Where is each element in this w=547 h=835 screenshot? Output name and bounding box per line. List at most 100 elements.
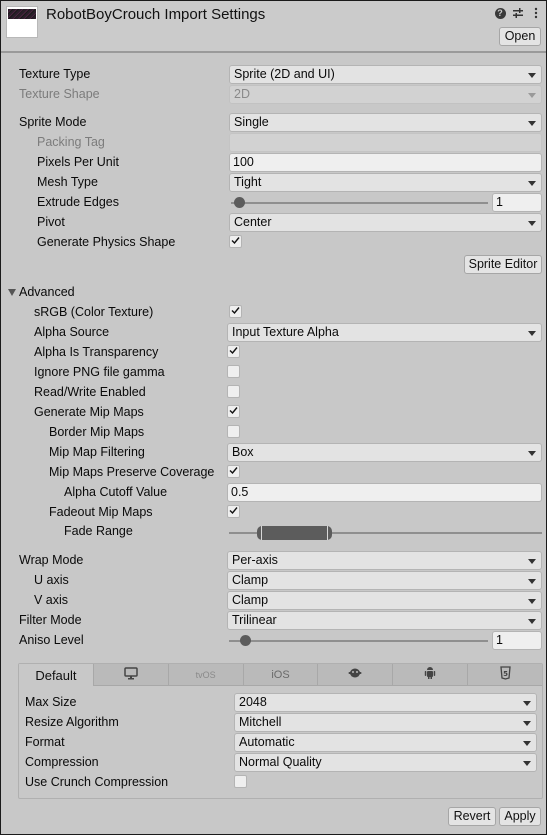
sprite-mode-dropdown[interactable]: Single — [229, 113, 542, 132]
mip-map-filtering-label: Mip Map Filtering — [49, 445, 145, 459]
revert-button[interactable]: Revert — [448, 807, 496, 826]
wrap-mode-dropdown[interactable]: Per-axis — [227, 551, 542, 570]
extrude-edges-label: Extrude Edges — [37, 195, 119, 209]
tab-android[interactable] — [393, 664, 469, 686]
tab-standalone[interactable] — [93, 664, 169, 686]
format-row: Format Automatic — [19, 733, 542, 753]
compression-dropdown[interactable]: Normal Quality — [234, 753, 537, 772]
max-size-dropdown[interactable]: 2048 — [234, 693, 537, 712]
aniso-level-input[interactable]: 1 — [492, 631, 542, 650]
v-axis-row: V axis Clamp — [1, 591, 546, 611]
advanced-foldout[interactable]: Advanced — [1, 283, 546, 303]
tab-tvos[interactable]: tvOS — [168, 664, 244, 686]
apply-button[interactable]: Apply — [499, 807, 541, 826]
texture-type-label: Texture Type — [19, 67, 91, 81]
alpha-cutoff-input[interactable]: 0.5 — [227, 483, 542, 502]
resize-algorithm-dropdown[interactable]: Mitchell — [234, 713, 537, 732]
filter-mode-value: Trilinear — [232, 613, 277, 627]
chevron-down-icon — [528, 121, 536, 126]
advanced-label[interactable]: Advanced — [19, 285, 75, 299]
srgb-checkbox[interactable] — [229, 305, 242, 318]
mesh-type-dropdown[interactable]: Tight — [229, 173, 542, 192]
aniso-level-slider-track[interactable] — [229, 640, 488, 642]
v-axis-value: Clamp — [232, 593, 269, 607]
checkmark-icon — [229, 347, 238, 355]
format-value: Automatic — [239, 735, 295, 749]
generate-physics-shape-checkbox[interactable] — [229, 235, 242, 248]
use-crunch-row: Use Crunch Compression — [19, 773, 542, 793]
generate-mip-maps-row: Generate Mip Maps — [1, 403, 546, 423]
texture-shape-dropdown: 2D — [229, 85, 542, 104]
border-mip-maps-checkbox[interactable] — [227, 425, 240, 438]
generate-mip-maps-checkbox[interactable] — [227, 405, 240, 418]
fadeout-mip-maps-label: Fadeout Mip Maps — [49, 505, 153, 519]
more-menu-icon[interactable] — [530, 6, 542, 20]
texture-shape-value: 2D — [234, 87, 250, 101]
pivot-row: Pivot Center — [1, 213, 546, 233]
fade-range-handle[interactable] — [257, 526, 333, 540]
format-dropdown[interactable]: Automatic — [234, 733, 537, 752]
tab-webgl[interactable] — [318, 664, 394, 686]
tab-webgl-html5[interactable]: 5 — [468, 664, 543, 686]
srgb-label: sRGB (Color Texture) — [34, 305, 154, 319]
mip-preserve-coverage-checkbox[interactable] — [227, 465, 240, 478]
sprite-editor-button[interactable]: Sprite Editor — [464, 255, 542, 274]
chevron-down-icon — [528, 599, 536, 604]
preset-sliders-icon[interactable] — [512, 6, 524, 20]
chevron-down-icon — [523, 741, 531, 746]
alpha-source-value: Input Texture Alpha — [232, 325, 339, 339]
aniso-level-slider-thumb[interactable] — [239, 635, 251, 646]
chevron-down-icon — [528, 559, 536, 564]
compression-value: Normal Quality — [239, 755, 322, 769]
alpha-source-row: Alpha Source Input Texture Alpha — [1, 323, 546, 343]
alpha-source-dropdown[interactable]: Input Texture Alpha — [227, 323, 542, 342]
foldout-expanded-icon[interactable] — [8, 289, 16, 296]
pixels-per-unit-input[interactable]: 100 — [229, 153, 542, 172]
v-axis-dropdown[interactable]: Clamp — [227, 591, 542, 610]
max-size-row: Max Size 2048 — [19, 693, 542, 713]
fade-range-row: Fade Range — [1, 522, 546, 544]
checkmark-icon — [229, 467, 238, 475]
mesh-type-row: Mesh Type Tight — [1, 173, 546, 193]
mip-preserve-coverage-label: Mip Maps Preserve Coverage — [49, 465, 215, 479]
extrude-edges-input[interactable]: 1 — [492, 193, 542, 212]
header-icons: ? — [494, 6, 542, 20]
max-size-value: 2048 — [239, 695, 267, 709]
svg-text:5: 5 — [503, 670, 508, 678]
alpha-is-transparency-label: Alpha Is Transparency — [34, 345, 159, 359]
fadeout-mip-maps-checkbox[interactable] — [227, 505, 240, 518]
resize-algorithm-row: Resize Algorithm Mitchell — [19, 713, 542, 733]
import-settings-window: RobotBoyCrouch Import Settings ? Open Te… — [1, 1, 546, 834]
resize-algorithm-value: Mitchell — [239, 715, 282, 729]
chevron-down-icon — [528, 451, 536, 456]
u-axis-dropdown[interactable]: Clamp — [227, 571, 542, 590]
read-write-row: Read/Write Enabled — [1, 383, 546, 403]
pivot-label: Pivot — [37, 215, 65, 229]
android-icon — [424, 666, 436, 683]
use-crunch-label: Use Crunch Compression — [25, 775, 169, 789]
filter-mode-dropdown[interactable]: Trilinear — [227, 611, 542, 630]
mip-map-filtering-dropdown[interactable]: Box — [227, 443, 542, 462]
packing-tag-label: Packing Tag — [37, 135, 105, 149]
texture-type-row: Texture Type Sprite (2D and UI) — [1, 65, 546, 85]
ignore-png-gamma-checkbox[interactable] — [227, 365, 240, 378]
extrude-edges-slider-track[interactable] — [231, 202, 488, 204]
compression-row: Compression Normal Quality — [19, 753, 542, 773]
alpha-is-transparency-checkbox[interactable] — [227, 345, 240, 358]
tab-ios[interactable]: iOS — [243, 664, 319, 686]
extrude-edges-slider-thumb[interactable] — [233, 197, 245, 208]
pivot-value: Center — [234, 215, 272, 229]
texture-type-dropdown[interactable]: Sprite (2D and UI) — [229, 65, 542, 84]
monitor-icon — [124, 666, 138, 683]
u-axis-label: U axis — [34, 573, 69, 587]
chevron-down-icon — [523, 761, 531, 766]
chevron-down-icon — [528, 181, 536, 186]
use-crunch-checkbox[interactable] — [234, 775, 247, 788]
srgb-row: sRGB (Color Texture) — [1, 303, 546, 323]
pivot-dropdown[interactable]: Center — [229, 213, 542, 232]
chevron-down-icon — [523, 721, 531, 726]
tab-default[interactable]: Default — [19, 664, 94, 686]
help-icon[interactable]: ? — [494, 6, 506, 20]
open-button[interactable]: Open — [499, 27, 541, 46]
read-write-checkbox[interactable] — [227, 385, 240, 398]
